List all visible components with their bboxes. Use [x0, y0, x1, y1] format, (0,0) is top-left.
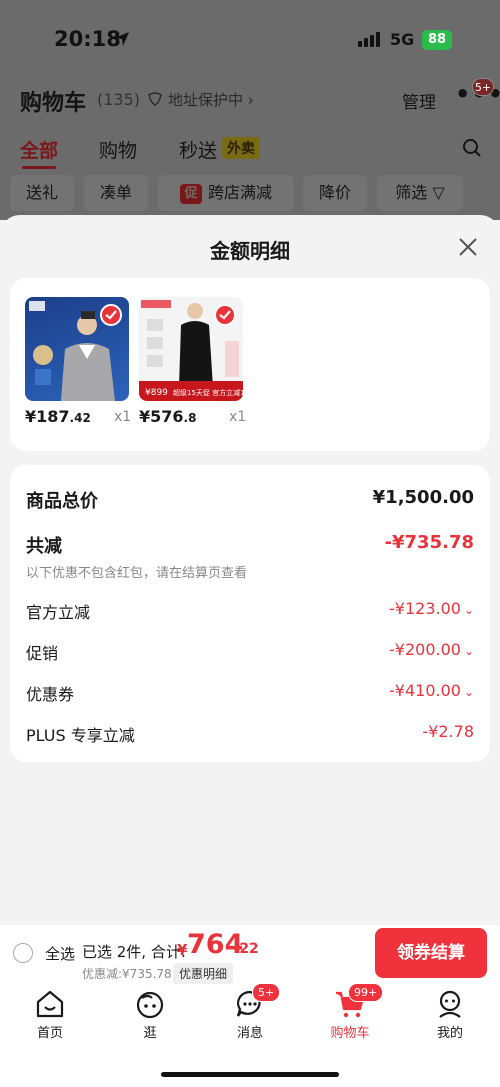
close-icon[interactable]	[458, 237, 478, 257]
total-reduce-value: -¥735.78	[384, 532, 474, 553]
address-protect-link[interactable]: 地址保护中 ›	[168, 89, 254, 110]
location-arrow-icon	[115, 32, 129, 46]
total-currency: ¥	[177, 941, 188, 959]
bottom-bar: 全选 已选 2件, 合计: ¥ 764 .22 优惠减:¥735.78 优惠明细…	[0, 925, 500, 1087]
tab-underline	[22, 166, 56, 169]
chip-label: 凑单	[99, 183, 132, 202]
cart-count: (135)	[97, 90, 141, 109]
tab-quick-delivery[interactable]: 秒送	[179, 136, 217, 163]
messages-badge: 5+	[252, 983, 281, 1002]
chip-label: 降价	[318, 183, 351, 202]
checkout-button[interactable]: 领券结算	[375, 928, 487, 978]
home-indicator	[161, 1072, 339, 1077]
total-amount-decimal: .22	[234, 941, 259, 957]
select-all-label[interactable]: 全选	[45, 943, 75, 964]
product-image-sweater[interactable]	[25, 297, 129, 401]
face-icon	[136, 991, 164, 1019]
product-qty-2: x1	[229, 409, 247, 425]
promo-price: ¥899	[145, 388, 168, 398]
chip-label: 送礼	[25, 183, 58, 202]
nav-browse[interactable]: 逛	[100, 985, 200, 1045]
tab-shopping[interactable]: 购物	[99, 136, 137, 163]
cart-badge: 99+	[348, 983, 384, 1002]
product-price-2: ¥576.8	[139, 407, 197, 426]
goods-total-value: ¥1,500.00	[372, 487, 474, 508]
home-icon	[36, 990, 64, 1018]
nav-messages[interactable]: 5+ 消息	[200, 983, 300, 1045]
waimai-tag: 外卖	[222, 137, 260, 159]
goods-total-label: 商品总价	[26, 491, 98, 512]
chip-cross-store-discount[interactable]: 促跨店满减	[158, 175, 294, 211]
manage-button[interactable]: 管理	[402, 88, 436, 113]
chip-price-drop[interactable]: 降价	[303, 175, 367, 211]
selected-summary: 已选 2件, 合计:	[82, 943, 186, 961]
reduce-note: 以下优惠不包含红包，请在结算页查看	[26, 566, 248, 581]
network-type: 5G	[390, 30, 415, 49]
chip-gift[interactable]: 送礼	[10, 175, 74, 211]
selected-check-icon	[100, 304, 122, 326]
chevron-down-icon: ⌄	[463, 685, 474, 699]
search-icon[interactable]	[462, 138, 482, 158]
status-bar: 20:18 5G 88	[0, 0, 500, 80]
nav-profile[interactable]: 我的	[400, 985, 500, 1045]
promo-banner: 超级15天促 官方立减10%	[173, 388, 243, 397]
select-all-radio[interactable]	[13, 943, 33, 963]
product-qty-1: x1	[114, 409, 132, 425]
battery-icon: 88	[422, 30, 452, 50]
product-card: ¥187.42 x1 ¥899 超级15天促 官方立减10% ¥576.8 x1	[10, 278, 490, 451]
total-reduce-label: 共减	[26, 536, 62, 557]
more-badge: 5+	[472, 78, 494, 96]
profile-icon	[439, 990, 461, 1018]
shield-icon	[148, 92, 162, 106]
price-breakdown-card: 商品总价 ¥1,500.00 共减 -¥735.78 以下优惠不包含红包，请在结…	[10, 465, 490, 762]
chip-label: 筛选 ▽	[395, 183, 445, 202]
status-time: 20:18	[54, 27, 121, 51]
chevron-down-icon: ⌄	[463, 644, 474, 658]
chevron-down-icon: ⌄	[463, 603, 474, 617]
chip-add-on[interactable]: 凑单	[84, 175, 148, 211]
cart-header-dimmed: 购物车 (135) 地址保护中 › 管理 ••• 5+ 全部 购物 秒送 外卖 …	[0, 78, 500, 220]
selected-check-icon	[214, 304, 236, 326]
nav-cart[interactable]: 99+ 购物车	[300, 983, 400, 1045]
sheet-title: 金额明细	[210, 239, 290, 263]
product-price-1: ¥187.42	[25, 407, 91, 426]
chip-filter[interactable]: 筛选 ▽	[377, 175, 463, 211]
discount-detail-button[interactable]: 优惠明细	[173, 963, 234, 984]
nav-home[interactable]: 首页	[0, 985, 100, 1045]
page-title: 购物车	[20, 91, 87, 116]
cellular-signal-icon	[358, 32, 380, 47]
chip-label: 跨店满减	[207, 183, 272, 202]
discount-summary: 优惠减:¥735.78	[82, 967, 172, 981]
promo-icon: 促	[179, 183, 202, 204]
product-image-coat[interactable]: ¥899 超级15天促 官方立减10%	[139, 297, 243, 401]
tab-all[interactable]: 全部	[20, 136, 58, 163]
amount-detail-sheet: 金额明细 ¥187.42 x1 ¥899 超级15天促 官方立减1 ¥576.8…	[0, 215, 500, 925]
